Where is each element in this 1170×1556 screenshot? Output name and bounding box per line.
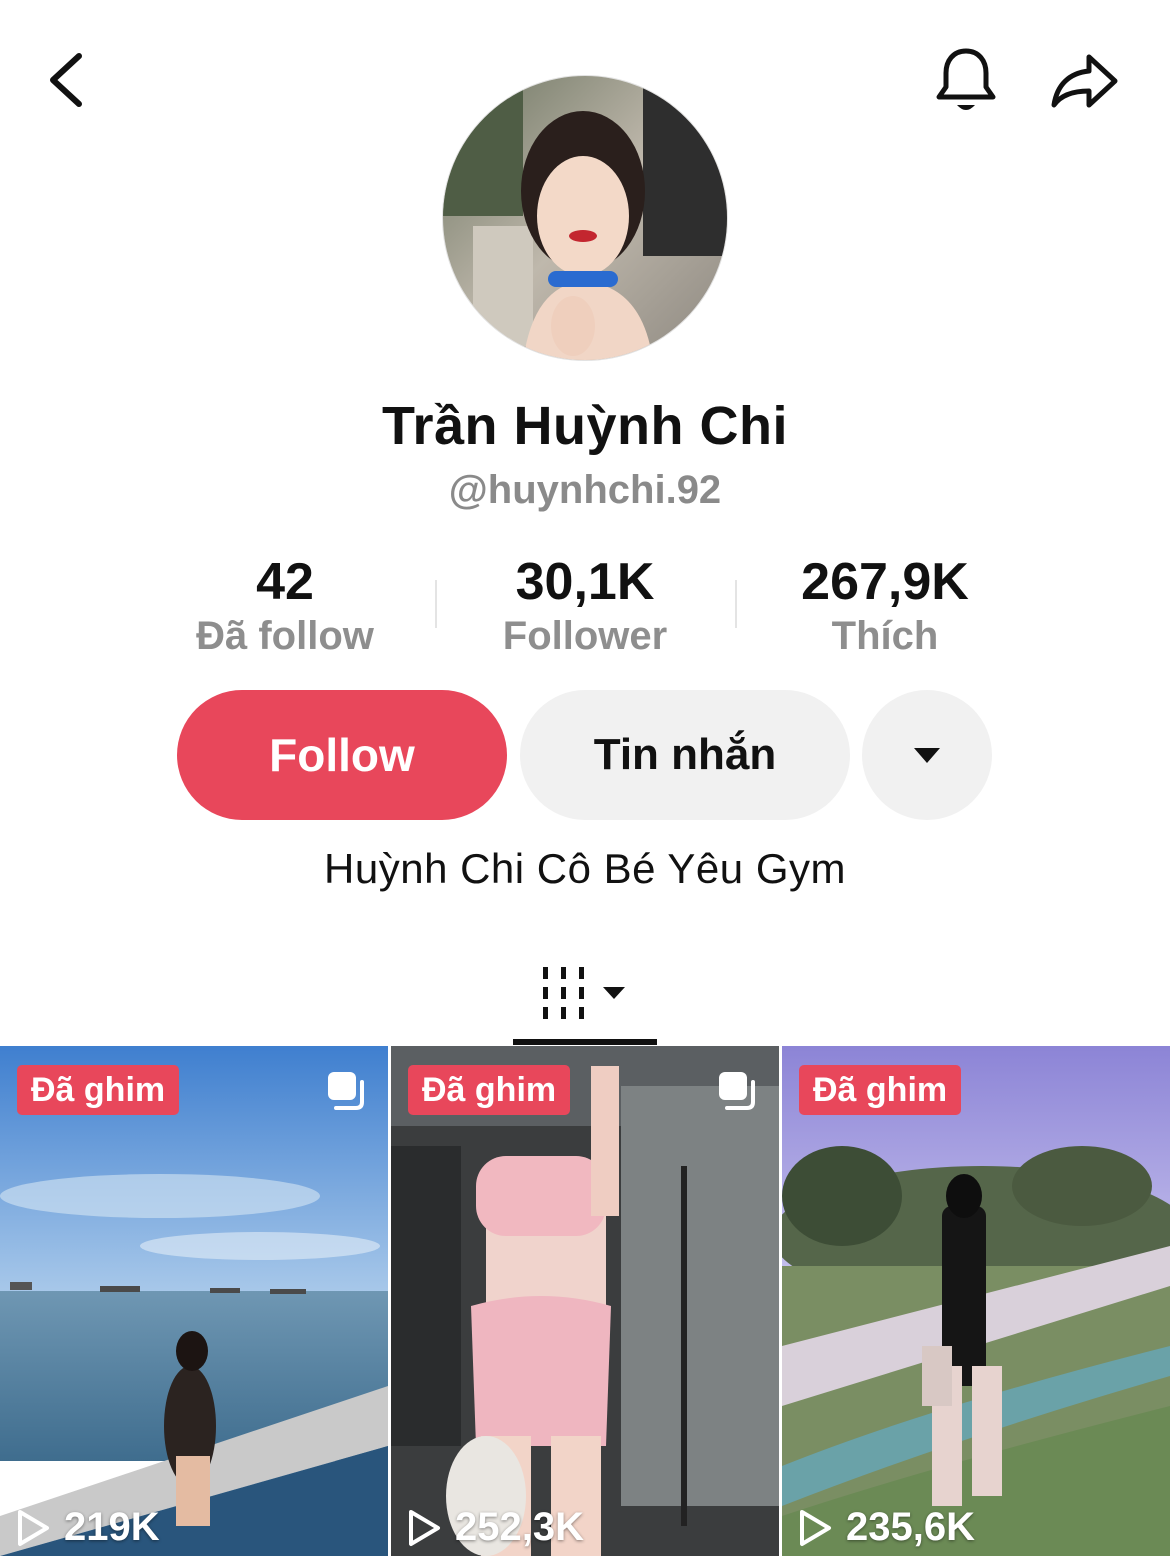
notification-bell-button[interactable] <box>925 40 1007 122</box>
video-thumbnail <box>391 1046 779 1556</box>
active-tab-indicator <box>513 1039 657 1045</box>
view-count-value: 235,6K <box>846 1505 975 1549</box>
view-count-value: 252,3K <box>455 1505 584 1549</box>
video-tile[interactable]: Đã ghim 252,3K <box>391 1046 779 1556</box>
videos-grid-icon <box>543 966 625 1019</box>
stat-followers-value: 30,1K <box>515 553 655 611</box>
profile-stats: 42 Đã follow 30,1K Follower 267,9K Thích <box>135 552 1035 662</box>
stat-divider <box>735 580 737 628</box>
view-count-value: 219K <box>64 1505 160 1549</box>
content-tabs <box>0 940 1170 1045</box>
view-count: 219K <box>16 1505 160 1550</box>
video-thumbnail <box>782 1046 1170 1556</box>
stat-followers-label: Follower <box>502 614 668 658</box>
pinned-badge: Đã ghim <box>408 1065 571 1115</box>
stat-following-value: 42 <box>256 553 314 611</box>
play-icon <box>800 1509 831 1546</box>
more-options-button[interactable] <box>862 690 992 820</box>
stat-followers[interactable]: 30,1K Follower <box>435 552 735 662</box>
profile-name: Trần Huỳnh Chi <box>381 396 788 456</box>
stat-likes[interactable]: 267,9K Thích <box>735 552 1035 662</box>
video-thumbnail <box>0 1046 388 1556</box>
play-icon <box>18 1509 49 1546</box>
message-button[interactable]: Tin nhắn <box>520 690 850 820</box>
stat-following[interactable]: 42 Đã follow <box>135 552 435 662</box>
profile-actions: Follow Tin nhắn <box>0 690 1170 820</box>
stat-following-label: Đã follow <box>196 614 374 658</box>
profile-handle: @huynhchi.92 <box>448 468 722 512</box>
view-count: 235,6K <box>798 1505 975 1550</box>
chevron-left-icon <box>50 53 82 107</box>
stat-likes-label: Thích <box>831 614 939 658</box>
caret-down-icon <box>914 748 940 763</box>
back-button[interactable] <box>30 45 100 115</box>
view-count: 252,3K <box>407 1505 584 1550</box>
video-grid: Đã ghim 219K Đã ghim 252,3K Đã ghim 235,… <box>0 1046 1170 1556</box>
multi-photo-icon <box>328 1072 364 1110</box>
multi-photo-icon <box>719 1072 755 1110</box>
share-arrow-icon <box>1051 54 1118 108</box>
follow-button[interactable]: Follow <box>177 690 507 820</box>
tab-videos[interactable] <box>513 940 657 1045</box>
video-tile[interactable]: Đã ghim 235,6K <box>782 1046 1170 1556</box>
profile-avatar[interactable] <box>442 75 728 361</box>
pinned-badge: Đã ghim <box>799 1065 962 1115</box>
profile-bio: Huỳnh Chi Cô Bé Yêu Gym <box>324 845 846 892</box>
share-button[interactable] <box>1040 40 1130 122</box>
bell-icon <box>936 48 996 110</box>
stat-divider <box>435 580 437 628</box>
play-icon <box>409 1509 440 1546</box>
pinned-badge: Đã ghim <box>17 1065 180 1115</box>
stat-likes-value: 267,9K <box>801 553 969 611</box>
video-tile[interactable]: Đã ghim 219K <box>0 1046 388 1556</box>
